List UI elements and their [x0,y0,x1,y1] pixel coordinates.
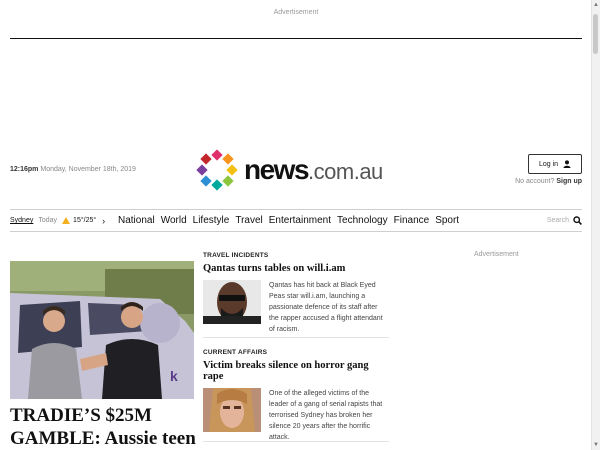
article-headline[interactable]: Qantas turns tables on will.i.am [203,263,389,274]
logo-dot [221,174,234,187]
nav-item-world[interactable]: World [161,215,187,226]
weather-sun-icon [62,217,71,224]
article-body: Qantas has hit back at Black Eyed Peas s… [203,280,389,335]
nav-item-lifestyle[interactable]: Lifestyle [193,215,230,226]
hero-image[interactable]: k [10,261,194,399]
scrollbar-thumb[interactable] [593,14,598,54]
article-thumbnail[interactable] [203,280,261,324]
nav-item-sport[interactable]: Sport [435,215,459,226]
current-datetime: 12:16pm Monday, November 18th, 2019 [10,166,136,173]
logo-dot [196,164,208,176]
page-scrollbar[interactable]: ▲ ▼ [591,0,600,450]
nav-item-national[interactable]: National [118,215,155,226]
article-summary: Qantas has hit back at Black Eyed Peas s… [269,282,383,333]
current-date: Monday, November 18th, 2019 [40,166,136,173]
user-icon [563,160,571,168]
article-card[interactable]: CURRENT AFFAIRS Victim breaks silence on… [203,349,389,443]
article-thumbnail[interactable] [203,388,261,432]
logo-wordmark-suffix: .com.au [308,159,383,184]
no-account-prompt: No account? Sign up [500,178,582,185]
article-photo [203,388,261,432]
nav-item-entertainment[interactable]: Entertainment [269,215,331,226]
article-kicker[interactable]: CURRENT AFFAIRS [203,349,389,356]
logo-wordmark-main: news [244,154,310,185]
search-label: Search [546,217,569,224]
side-advertisement-label: Advertisement [474,251,519,258]
logo-dots-icon [196,149,238,191]
weather-temperature: 15°/25° [73,217,97,224]
top-advertisement-label: Advertisement [273,9,319,16]
article-divider [203,337,389,338]
no-account-text: No account? [515,178,555,185]
logo-wordmark: news.com.au [244,154,383,186]
article-divider [203,441,389,442]
hero-headline[interactable]: TRADIE’S $25M GAMBLE: Aussie teen [10,404,200,450]
site-logo[interactable]: news.com.au [196,148,383,192]
hero-photo: k [10,261,194,399]
main-navigation: Sydney Today 15°/25° › National World Li… [10,209,582,232]
article-card[interactable]: TRAVEL INCIDENTS Qantas turns tables on … [203,252,389,335]
nav-items: National World Lifestyle Travel Entertai… [118,215,459,226]
search-icon[interactable] [573,216,582,225]
signup-link[interactable]: Sign up [556,178,582,185]
chevron-right-icon[interactable]: › [102,216,105,226]
current-time: 12:16pm [10,166,39,173]
weather-city[interactable]: Sydney [10,217,33,224]
nav-search[interactable]: Search [547,216,582,225]
nav-item-finance[interactable]: Finance [394,215,430,226]
article-body: One of the alleged victims of the leader… [203,388,389,443]
login-button[interactable]: Log in [528,154,582,174]
login-button-label: Log in [538,160,559,168]
nav-item-technology[interactable]: Technology [337,215,388,226]
article-kicker[interactable]: TRAVEL INCIDENTS [203,252,389,259]
header-top-rule [10,38,582,39]
weather-widget[interactable]: Sydney Today 15°/25° › [10,216,118,226]
logo-dot [200,153,213,166]
logo-dot [211,179,223,191]
logo-dot [226,164,238,176]
logo-dot [211,149,223,161]
article-headline[interactable]: Victim breaks silence on horror gang rap… [203,360,389,382]
svg-text:k: k [170,368,178,384]
nav-item-travel[interactable]: Travel [235,215,262,226]
article-summary: One of the alleged victims of the leader… [269,390,383,441]
scroll-down-arrow-icon[interactable]: ▼ [592,440,600,450]
article-photo [203,280,261,324]
weather-today-label: Today [38,217,58,224]
scroll-up-arrow-icon[interactable]: ▲ [592,0,600,10]
